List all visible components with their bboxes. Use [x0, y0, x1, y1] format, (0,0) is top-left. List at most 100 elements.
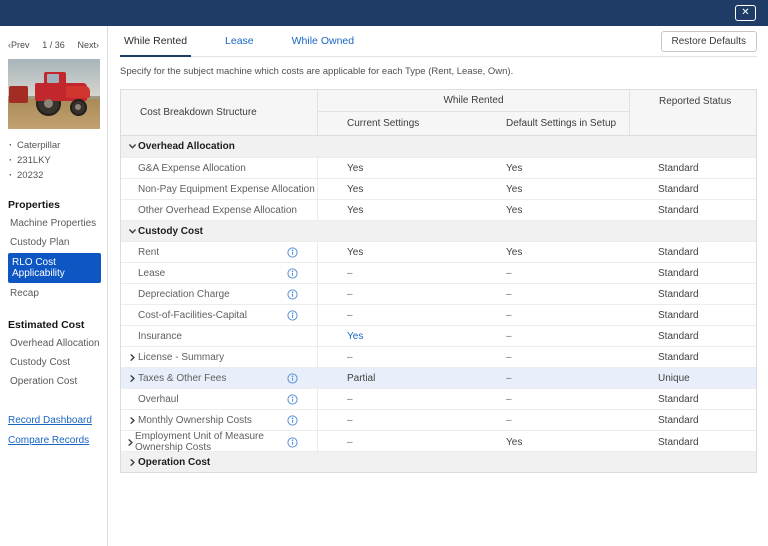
- table-row-taxes-other-fees[interactable]: Taxes & Other Fees Partial – Unique: [121, 367, 756, 388]
- info-icon[interactable]: [287, 246, 298, 258]
- row-name-cell: License - Summary: [121, 347, 318, 367]
- current-setting-text: –: [347, 351, 353, 363]
- default-setting-value: –: [476, 389, 629, 409]
- table-row-insurance: Insurance Yes – Standard: [121, 325, 756, 346]
- info-icon[interactable]: [287, 393, 298, 405]
- group-row-custody-cost[interactable]: Custody Cost: [121, 220, 756, 241]
- default-setting-value: –: [476, 368, 629, 388]
- row-label: License - Summary: [138, 351, 225, 363]
- tab-lease[interactable]: Lease: [221, 26, 258, 56]
- info-icon[interactable]: [287, 414, 298, 426]
- row-name-cell: Cost-of-Facilities-Capital: [121, 305, 318, 325]
- group-row-spacer: [318, 136, 756, 157]
- machine-bullet-list: Caterpillar231LKY20232: [8, 138, 107, 183]
- table-row-license-summary[interactable]: License - Summary – – Standard: [121, 346, 756, 367]
- close-icon: ✕: [741, 7, 750, 18]
- row-label: Overhead Allocation: [138, 141, 235, 152]
- row-name-cell: Operation Cost: [121, 452, 318, 472]
- default-setting-text: Yes: [506, 246, 523, 258]
- next-record-button[interactable]: Next›: [77, 40, 99, 50]
- table-row-employment-unit-of-measure-ownership-costs[interactable]: Employment Unit of Measure Ownership Cos…: [121, 430, 756, 453]
- default-setting-text: –: [506, 372, 512, 384]
- chevron-right-icon[interactable]: [126, 458, 138, 467]
- sidebar-item-custody-plan[interactable]: Custody Plan: [8, 233, 107, 252]
- reported-status-text: Unique: [658, 372, 690, 384]
- current-setting-value[interactable]: –: [318, 431, 476, 453]
- tab-while-owned[interactable]: While Owned: [288, 26, 358, 56]
- table-row-overhaul: Overhaul – – Standard: [121, 388, 756, 409]
- chevron-right-icon[interactable]: [126, 416, 138, 425]
- header-cost-breakdown-structure: Cost Breakdown Structure: [121, 90, 318, 135]
- sidebar-section-heading-estimated-cost: Estimated Cost: [8, 319, 85, 331]
- info-icon[interactable]: [287, 436, 298, 448]
- current-setting-value[interactable]: –: [318, 347, 476, 367]
- row-name-cell: Lease: [121, 263, 318, 283]
- info-icon[interactable]: [287, 267, 298, 279]
- current-setting-value[interactable]: Yes: [318, 200, 476, 220]
- current-setting-value[interactable]: –: [318, 410, 476, 430]
- row-label: Lease: [138, 267, 166, 279]
- current-setting-text: Partial: [347, 372, 376, 384]
- info-icon[interactable]: [287, 309, 298, 321]
- compare-records-link[interactable]: Compare Records: [8, 435, 107, 446]
- prev-record-button[interactable]: ‹Prev: [8, 40, 30, 50]
- reported-status-text: Standard: [658, 162, 699, 174]
- table-row-monthly-ownership-costs[interactable]: Monthly Ownership Costs – – Standard: [121, 409, 756, 430]
- reported-status-text: Standard: [658, 204, 699, 216]
- photo-rear-hub: [44, 99, 53, 108]
- group-row-operation-cost[interactable]: Operation Cost: [121, 451, 756, 472]
- photo-implement: [9, 86, 28, 103]
- machine-photo: [8, 59, 100, 129]
- close-button[interactable]: ✕: [735, 5, 756, 21]
- page-indicator: 1 / 36: [42, 40, 65, 50]
- group-row-overhead-allocation[interactable]: Overhead Allocation: [121, 136, 756, 157]
- group-row-spacer: [318, 452, 756, 472]
- page-description: Specify for the subject machine which co…: [120, 66, 514, 77]
- header-default-settings: Default Settings in Setup: [506, 118, 617, 129]
- sidebar-item-machine-properties[interactable]: Machine Properties: [8, 214, 107, 233]
- default-setting-text: Yes: [506, 204, 523, 216]
- dialog-title-bar: ✕: [0, 0, 768, 26]
- chevron-right-icon[interactable]: [126, 374, 138, 383]
- chevron-right-icon[interactable]: [126, 438, 135, 447]
- reported-status-value: Standard: [629, 263, 756, 283]
- current-setting-value[interactable]: Yes: [318, 179, 476, 199]
- current-setting-value[interactable]: –: [318, 284, 476, 304]
- current-setting-value[interactable]: Yes: [318, 326, 476, 346]
- reported-status-value: Standard: [629, 284, 756, 304]
- reported-status-value: Unique: [629, 368, 756, 388]
- chevron-down-icon[interactable]: [126, 227, 138, 236]
- current-setting-value[interactable]: Yes: [318, 158, 476, 178]
- chevron-down-icon[interactable]: [126, 142, 138, 151]
- current-setting-value[interactable]: –: [318, 389, 476, 409]
- row-label: Depreciation Charge: [138, 288, 230, 300]
- current-setting-value[interactable]: Partial: [318, 368, 476, 388]
- sidebar-item-custody-cost[interactable]: Custody Cost: [8, 353, 107, 372]
- table-body: Overhead Allocation G&A Expense Allocatio…: [121, 136, 756, 472]
- current-setting-value[interactable]: –: [318, 263, 476, 283]
- current-setting-value[interactable]: –: [318, 305, 476, 325]
- reported-status-value: Standard: [629, 326, 756, 346]
- photo-tractor-hood: [66, 86, 90, 98]
- sidebar-item-recap[interactable]: Recap: [8, 284, 107, 303]
- default-setting-value: Yes: [476, 242, 629, 262]
- tab-while-rented[interactable]: While Rented: [120, 26, 192, 57]
- info-icon[interactable]: [287, 372, 298, 384]
- current-setting-text: Yes: [347, 204, 364, 216]
- group-row-spacer: [318, 221, 756, 241]
- reported-status-text: Standard: [658, 414, 699, 426]
- reported-status-value: Standard: [629, 431, 756, 453]
- current-setting-text: –: [347, 414, 353, 426]
- sidebar-item-rlo-cost-applicability[interactable]: RLO Cost Applicability: [8, 253, 101, 283]
- record-dashboard-link[interactable]: Record Dashboard: [8, 415, 107, 426]
- current-setting-value[interactable]: Yes: [318, 242, 476, 262]
- current-setting-text: Yes: [347, 246, 364, 258]
- table-row-g-a-expense-allocation: G&A Expense Allocation Yes Yes Standard: [121, 157, 756, 178]
- sidebar-item-operation-cost[interactable]: Operation Cost: [8, 372, 107, 391]
- header-current-settings: Current Settings: [347, 118, 420, 129]
- info-icon[interactable]: [287, 288, 298, 300]
- restore-defaults-button[interactable]: Restore Defaults: [660, 30, 757, 52]
- chevron-right-icon[interactable]: [126, 353, 138, 362]
- sidebar-item-overhead-allocation[interactable]: Overhead Allocation: [8, 334, 107, 353]
- reported-status-value: Standard: [629, 305, 756, 325]
